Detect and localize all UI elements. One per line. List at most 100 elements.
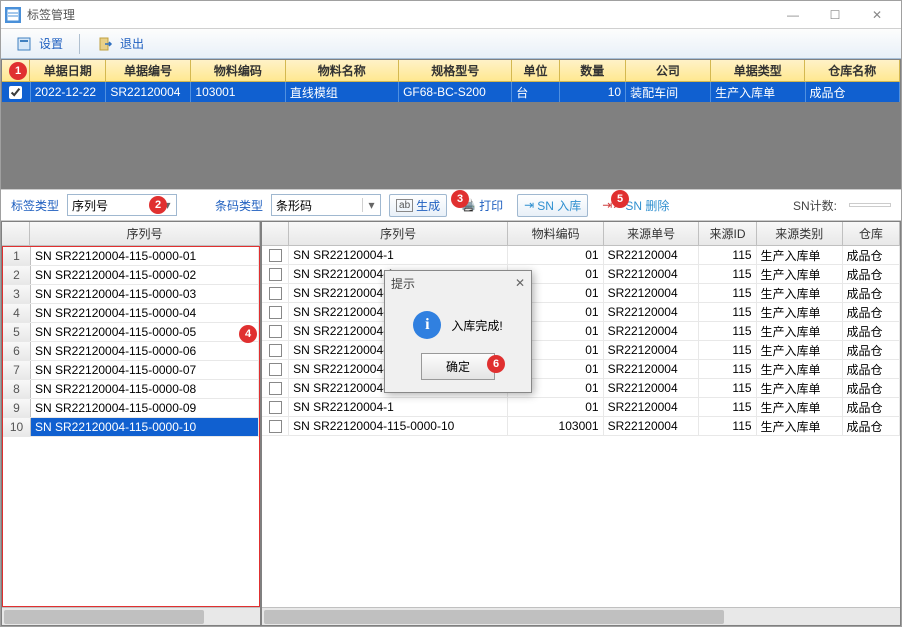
sn-in-button[interactable]: ⇥ SN 入库 [517, 194, 588, 217]
left-row[interactable]: 4SN SR22120004-115-0000-04 [3, 304, 259, 323]
right-row[interactable]: SN SR22120004-101SR22120004115生产入库单成品仓 [262, 360, 900, 379]
serial-cell: SN SR22120004-115-0000-06 [31, 342, 259, 360]
row-check[interactable] [262, 417, 289, 435]
right-grid-body[interactable]: SN SR22120004-101SR22120004115生产入库单成品仓SN… [262, 246, 900, 607]
left-pane: 序列号 1SN SR22120004-115-0000-012SN SR2212… [2, 222, 260, 625]
ok-button[interactable]: 确定 [421, 353, 495, 380]
serial-cell: SN SR22120004-115-0000-09 [31, 399, 259, 417]
serial-cell: SN SR22120004-115-0000-05 [31, 323, 259, 341]
left-scrollbar[interactable] [2, 607, 260, 625]
row-num: 5 [3, 323, 31, 341]
left-row[interactable]: 8SN SR22120004-115-0000-08 [3, 380, 259, 399]
exit-icon [96, 34, 116, 54]
serial-cell: SN SR22120004-115-0000-04 [31, 304, 259, 322]
row-check[interactable] [262, 284, 289, 302]
row-check[interactable] [262, 246, 289, 264]
app-icon [5, 7, 21, 23]
right-row[interactable]: SN SR22120004-115-0000-10103001SR2212000… [262, 417, 900, 436]
hdr-date[interactable]: 单据日期 [30, 60, 106, 81]
left-row[interactable]: 6SN SR22120004-115-0000-06 [3, 342, 259, 361]
hdr-qty[interactable]: 数量 [560, 60, 626, 81]
row-check[interactable] [262, 303, 289, 321]
settings-label: 设置 [39, 35, 63, 52]
filter-bar: 标签类型 ▾ 2 条码类型 ▾ ab 生成 3 🖨️ 打印 ⇥ SN 入库 5 … [1, 189, 901, 221]
right-row[interactable]: SN SR22120004-101SR22120004115生产入库单成品仓 [262, 246, 900, 265]
label-type-input[interactable] [68, 198, 158, 212]
left-grid-body[interactable]: 1SN SR22120004-115-0000-012SN SR22120004… [2, 246, 260, 607]
right-row[interactable]: SN SR22120004-101SR22120004115生产入库单成品仓 [262, 322, 900, 341]
barcode-type-combo[interactable]: ▾ [271, 194, 381, 216]
row-check[interactable] [262, 398, 289, 416]
row-check[interactable] [262, 265, 289, 283]
maximize-button[interactable]: ☐ [815, 5, 855, 25]
hdr-matname[interactable]: 物料名称 [286, 60, 399, 81]
hdr-doctype[interactable]: 单据类型 [711, 60, 806, 81]
sn-delete-button[interactable]: ⇥✕ SN 删除 [596, 195, 675, 216]
badge-1: 1 [9, 62, 27, 80]
left-row[interactable]: 9SN SR22120004-115-0000-09 [3, 399, 259, 418]
left-hdr-serial[interactable]: 序列号 [30, 222, 260, 245]
badge-5: 5 [611, 190, 629, 208]
close-button[interactable]: ✕ [857, 5, 897, 25]
right-row[interactable]: SN SR22120004-101SR22120004115生产入库单成品仓 [262, 341, 900, 360]
right-row[interactable]: SN SR22120004-101SR22120004115生产入库单成品仓 [262, 284, 900, 303]
hdr-company[interactable]: 公司 [626, 60, 711, 81]
doc-grid-row[interactable]: 2022-12-22 SR22120004 103001 直线模组 GF68-B… [2, 82, 900, 102]
right-scrollbar[interactable] [262, 607, 900, 625]
arrow-in-icon: ⇥ [524, 198, 534, 212]
settings-icon [15, 34, 35, 54]
serial-cell: SN SR22120004-115-0000-07 [31, 361, 259, 379]
sn-count-lbl: SN计数: [793, 197, 837, 214]
dialog-close-icon[interactable]: ✕ [515, 276, 525, 290]
right-row[interactable]: SN SR22120004-101SR22120004115生产入库单成品仓 [262, 265, 900, 284]
hdr-spec[interactable]: 规格型号 [399, 60, 512, 81]
right-row[interactable]: SN SR22120004-101SR22120004115生产入库单成品仓 [262, 303, 900, 322]
left-row[interactable]: 10SN SR22120004-115-0000-10 [3, 418, 259, 437]
right-row[interactable]: SN SR22120004-101SR22120004115生产入库单成品仓 [262, 379, 900, 398]
r-hdr-mat[interactable]: 物料编码 [508, 222, 604, 245]
text-icon: ab [396, 199, 413, 212]
left-row[interactable]: 1SN SR22120004-115-0000-01 [3, 247, 259, 266]
r-hdr-src[interactable]: 来源单号 [604, 222, 700, 245]
left-row[interactable]: 5SN SR22120004-115-0000-05 [3, 323, 259, 342]
r-hdr-sid[interactable]: 来源ID [699, 222, 756, 245]
hdr-unit[interactable]: 单位 [512, 60, 559, 81]
document-grid: 1 单据日期 单据编号 物料编码 物料名称 规格型号 单位 数量 公司 单据类型… [1, 59, 901, 189]
right-row[interactable]: SN SR22120004-101SR22120004115生产入库单成品仓 [262, 398, 900, 417]
row-check[interactable] [262, 322, 289, 340]
serial-cell: SN SR22120004-115-0000-08 [31, 380, 259, 398]
exit-button[interactable]: 退出 [90, 32, 150, 56]
barcode-type-input[interactable] [272, 198, 362, 212]
left-row[interactable]: 7SN SR22120004-115-0000-07 [3, 361, 259, 380]
settings-button[interactable]: 设置 [9, 32, 69, 56]
r-hdr-wh[interactable]: 仓库 [843, 222, 900, 245]
right-pane: 序列号 物料编码 来源单号 来源ID 来源类别 仓库 SN SR22120004… [262, 222, 900, 625]
generate-button[interactable]: ab 生成 [389, 194, 447, 217]
row-check[interactable] [262, 379, 289, 397]
badge-2: 2 [149, 196, 167, 214]
hdr-docno[interactable]: 单据编号 [106, 60, 191, 81]
left-row[interactable]: 2SN SR22120004-115-0000-02 [3, 266, 259, 285]
row-check[interactable] [262, 341, 289, 359]
left-row[interactable]: 3SN SR22120004-115-0000-03 [3, 285, 259, 304]
info-icon: i [413, 311, 441, 339]
barcode-type-lbl: 条码类型 [215, 197, 263, 214]
row-check[interactable] [262, 360, 289, 378]
toolbar-sep [79, 34, 80, 54]
row-num: 3 [3, 285, 31, 303]
row-num: 6 [3, 342, 31, 360]
serial-cell: SN SR22120004-115-0000-10 [31, 418, 259, 436]
r-hdr-cat[interactable]: 来源类别 [757, 222, 843, 245]
hdr-matcode[interactable]: 物料编码 [191, 60, 286, 81]
row-num: 4 [3, 304, 31, 322]
dialog-title: 提示 [391, 275, 415, 292]
chevron-down-icon[interactable]: ▾ [362, 198, 380, 212]
hdr-wh[interactable]: 仓库名称 [805, 60, 900, 81]
r-hdr-sn[interactable]: 序列号 [289, 222, 509, 245]
row-num: 7 [3, 361, 31, 379]
row-num: 1 [3, 247, 31, 265]
serial-cell: SN SR22120004-115-0000-03 [31, 285, 259, 303]
row-checkbox[interactable] [9, 86, 22, 99]
minimize-button[interactable]: — [773, 5, 813, 25]
exit-label: 退出 [120, 35, 144, 52]
